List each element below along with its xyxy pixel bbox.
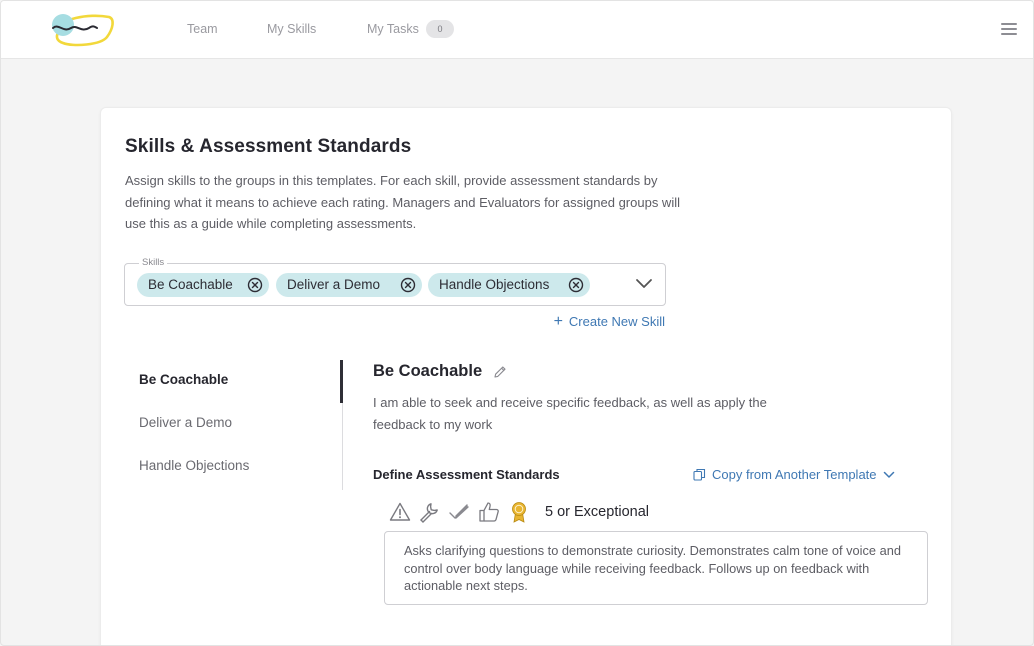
skill-list-item-be-coachable[interactable]: Be Coachable [139, 372, 228, 387]
skill-chip-label: Be Coachable [148, 277, 233, 292]
remove-chip-icon[interactable] [247, 277, 263, 293]
skill-list-item-handle-objections[interactable]: Handle Objections [139, 458, 249, 473]
active-indicator [340, 360, 343, 403]
skill-chip: Deliver a Demo [276, 273, 422, 297]
hamburger-menu-icon[interactable] [1001, 23, 1017, 35]
award-icon[interactable] [508, 501, 530, 523]
create-new-skill-button[interactable]: + Create New Skill [553, 313, 665, 330]
define-standards-heading: Define Assessment Standards [373, 467, 560, 482]
create-new-skill-label: Create New Skill [568, 314, 665, 329]
page-description: Assign skills to the groups in this temp… [125, 173, 680, 231]
page-title: Skills & Assessment Standards [125, 136, 412, 157]
skill-description: I am able to seek and receive specific f… [373, 395, 767, 432]
copy-from-template-label: Copy from Another Template [712, 467, 877, 482]
skill-chip-label: Deliver a Demo [287, 277, 381, 292]
app-window: Team My Skills My Tasks 0 Skills & Asses… [0, 0, 1034, 646]
top-nav: Team My Skills My Tasks 0 [1, 1, 1033, 59]
thumbs-up-icon[interactable] [478, 501, 500, 523]
warning-icon[interactable] [389, 501, 411, 523]
plus-icon: + [553, 313, 563, 330]
remove-chip-icon[interactable] [400, 277, 416, 293]
nav-my-skills[interactable]: My Skills [267, 22, 316, 36]
skills-card: Skills & Assessment Standards Assign ski… [100, 107, 952, 645]
skill-chip: Be Coachable [137, 273, 269, 297]
pencil-icon[interactable] [493, 365, 507, 379]
copy-from-template-button[interactable]: Copy from Another Template [693, 467, 895, 482]
check-icon[interactable] [448, 501, 470, 523]
wrench-icon[interactable] [418, 501, 440, 523]
copy-icon [693, 468, 706, 481]
selected-rating-label: 5 or Exceptional [545, 504, 649, 520]
skill-chip: Handle Objections [428, 273, 590, 297]
skills-select[interactable]: Skills Be Coachable Deliver a Demo Handl… [124, 257, 666, 306]
remove-chip-icon[interactable] [568, 277, 584, 293]
nav-team[interactable]: Team [187, 22, 218, 36]
chevron-down-icon[interactable] [635, 278, 653, 290]
tasks-count-badge: 0 [426, 20, 454, 38]
skill-title: Be Coachable [373, 362, 483, 380]
skills-field-label: Skills [139, 257, 168, 268]
logo[interactable] [49, 11, 117, 49]
chevron-down-icon [883, 471, 894, 478]
skill-list-item-deliver-a-demo[interactable]: Deliver a Demo [139, 415, 232, 430]
nav-my-tasks[interactable]: My Tasks [367, 22, 419, 36]
standard-textarea[interactable]: Asks clarifying questions to demonstrate… [384, 531, 928, 605]
skill-chip-label: Handle Objections [439, 277, 550, 292]
